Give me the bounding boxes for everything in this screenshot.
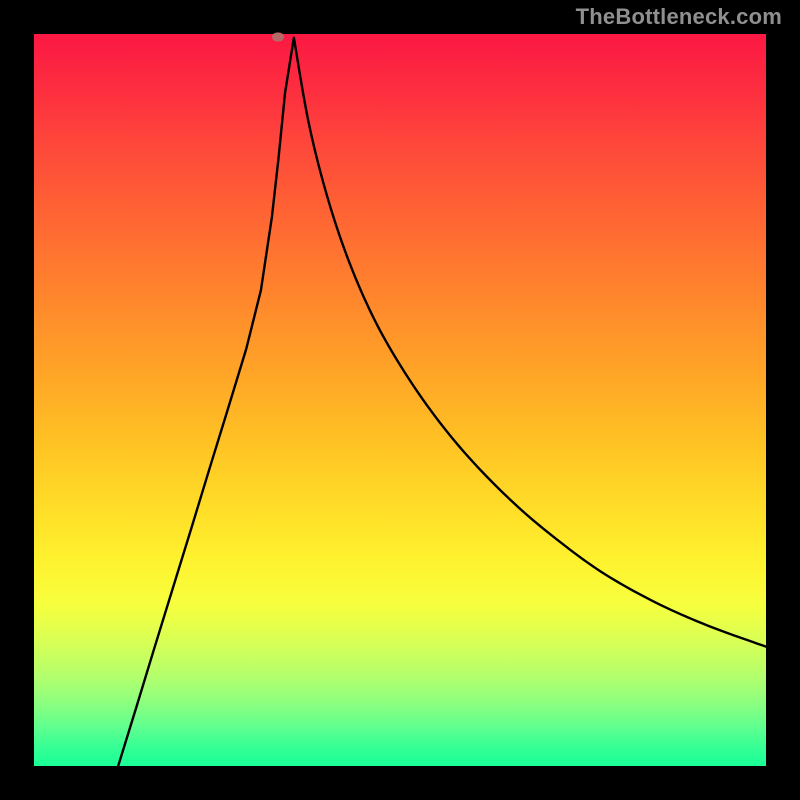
watermark-label: TheBottleneck.com [576,4,782,30]
chart-stage: TheBottleneck.com [0,0,800,800]
plot-area [34,34,766,766]
bottleneck-curve [34,34,766,766]
curve-minimum-marker [272,32,284,41]
